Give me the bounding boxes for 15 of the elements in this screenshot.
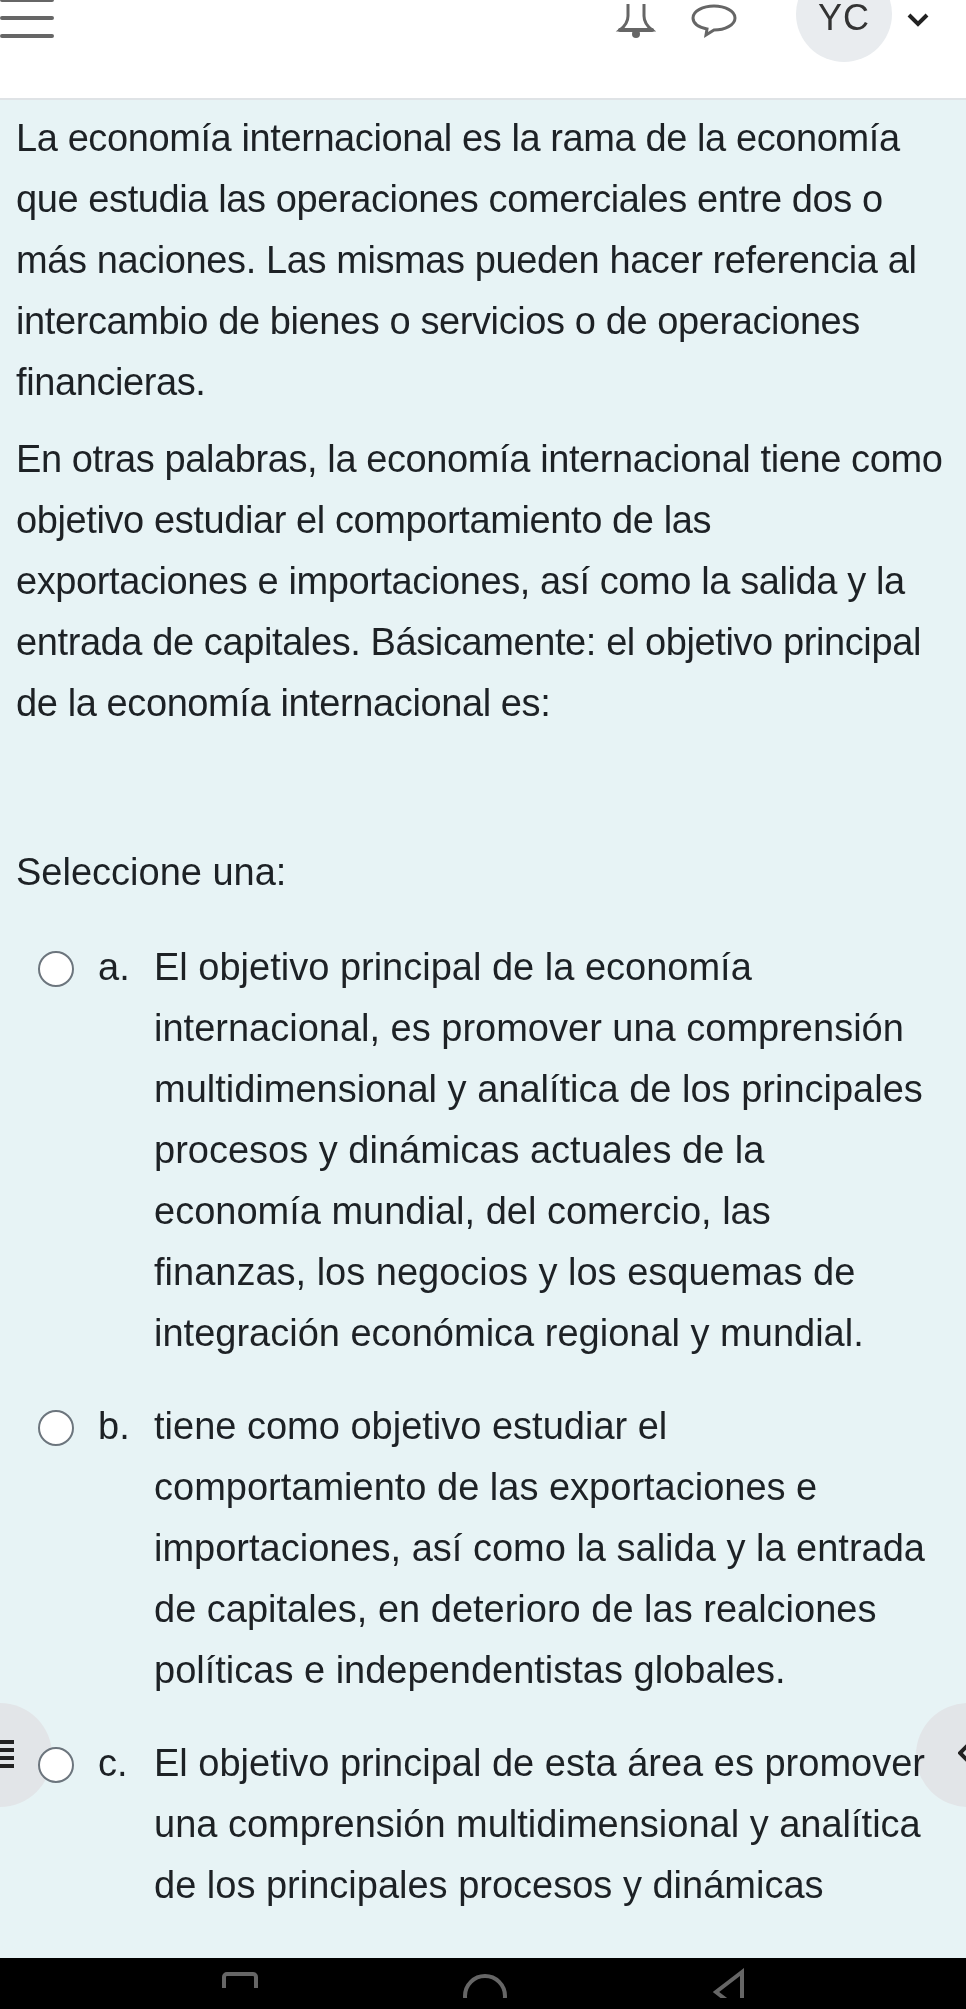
question-text: La economía internacional es la rama de la economía que estudia las operaciones comerciales entre dos o más naciones. Las mismas pueden hacer referencia al intercambio de bienes o servicios o de operaciones financieras. [16, 116, 918, 405]
option-text[interactable]: El objetivo principal de la economía internacional, es promover una comprensión multidimensional y analítica de los principales procesos y dinámicas actuales de la economía mundial, del comercio, las finanzas, los negocios y los esquemas de integración económica regional y mundial. [154, 937, 952, 1364]
radio-button[interactable] [38, 951, 74, 987]
option-text[interactable]: El objetivo principal de esta área es promover una comprensión multidimensional y analítica de los principales procesos y dinámicas [154, 1733, 952, 1916]
user-avatar[interactable]: YC [796, 0, 892, 62]
list-icon [0, 1739, 14, 1769]
option-letter: a. [97, 945, 131, 990]
radio-button[interactable] [38, 1410, 74, 1446]
option-text[interactable]: tiene como objetivo estudiar el comportamiento de las exportaciones e importaciones, así como la salida y la entrada de capitales, en deterioro de las realciones políticas e independentistas globales. [154, 1396, 952, 1701]
radio-button[interactable] [38, 1747, 74, 1783]
option-letter: c. [97, 1741, 129, 1786]
prompt-label: Seleccione una: [16, 850, 288, 895]
question-text: En otras palabras, la economía internacional tiene como objetivo estudiar el comportamiento de las exportaciones e importaciones, así como la salida y la entrada de capitales. Básicamente: el objetivo principal de la economía internacional es: [16, 437, 944, 726]
menu-icon[interactable] [0, 0, 54, 38]
option-letter: b. [97, 1404, 131, 1449]
